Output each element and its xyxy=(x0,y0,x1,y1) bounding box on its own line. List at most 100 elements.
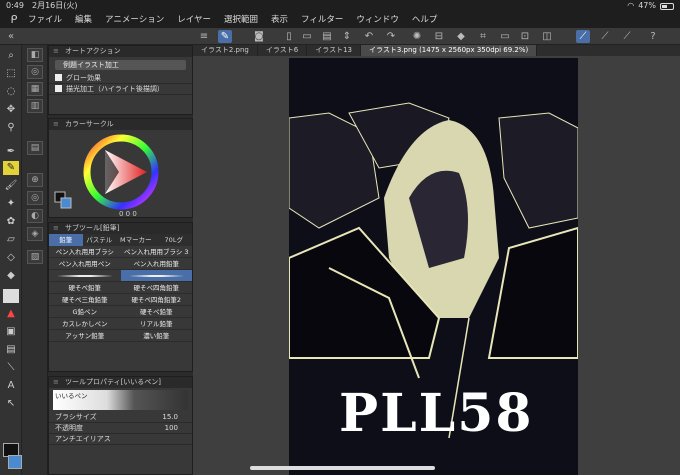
frame-icon[interactable]: ▣ xyxy=(3,325,19,339)
brush-size-row[interactable]: ブラシサイズ 15.0 xyxy=(49,412,192,423)
tab-doc-3[interactable]: イラスト13 xyxy=(307,45,361,56)
pen-tool-icon[interactable]: ✒ xyxy=(3,145,19,159)
menu-filter[interactable]: フィルター xyxy=(301,12,343,28)
menu-bar: ᑭ ファイル 編集 アニメーション レイヤー 選択範囲 表示 フィルター ウィン… xyxy=(0,12,680,28)
menu-view[interactable]: 表示 xyxy=(271,12,288,28)
brush-item[interactable]: G鉛ペン xyxy=(49,306,121,318)
tab-doc-active[interactable]: イラスト3.png (1475 x 2560px 350dpi 69.2%) xyxy=(360,45,538,56)
tab-doc-2[interactable]: イラスト6 xyxy=(258,45,308,56)
menu-help[interactable]: ヘルプ xyxy=(412,12,438,28)
move-icon[interactable]: ✥ xyxy=(3,103,19,117)
panel-icon-6[interactable]: ⊕ xyxy=(27,173,43,187)
text-icon[interactable]: A xyxy=(3,379,19,393)
brush-item-selected[interactable] xyxy=(120,270,192,282)
app-logo-icon[interactable]: ᑭ xyxy=(0,12,28,28)
tool-property-title: ツールプロパティ[いいるペン] xyxy=(49,377,192,388)
transform-icon[interactable]: ⌗ xyxy=(476,30,490,43)
illustration-canvas[interactable]: PLL58 xyxy=(289,58,578,475)
sub-color-swatch[interactable] xyxy=(8,455,22,469)
brush-preview: いいるペン xyxy=(53,390,188,410)
gradient-icon[interactable] xyxy=(3,289,19,303)
panel-icon-9[interactable]: ◈ xyxy=(27,227,43,241)
decoration-icon[interactable]: ✿ xyxy=(3,215,19,229)
check-icon[interactable] xyxy=(55,85,62,92)
panel-icon-4[interactable]: ▥ xyxy=(27,99,43,113)
menu-file[interactable]: ファイル xyxy=(28,12,62,28)
brush-item[interactable]: カスレかしペン xyxy=(49,318,121,330)
crop-icon[interactable]: ⊡ xyxy=(518,30,532,43)
menu-layer[interactable]: レイヤー xyxy=(177,12,211,28)
panel-icon-10[interactable]: ▧ xyxy=(27,250,43,264)
fill-icon[interactable]: ◆ xyxy=(454,30,468,43)
clear-icon[interactable]: ⊟ xyxy=(432,30,446,43)
brush-item[interactable]: ペン入れ用用ブラシ 3 xyxy=(120,246,192,258)
auto-action-item[interactable]: グロー効果 xyxy=(49,73,192,84)
color-wheel[interactable]: 0 0 0 xyxy=(49,130,194,218)
line-icon[interactable]: ⟍ xyxy=(3,361,19,375)
panel-icon-8[interactable]: ◐ xyxy=(27,209,43,223)
brush-item[interactable]: 硬そペ鉛筆 xyxy=(120,306,192,318)
panel-icon-2[interactable]: ◎ xyxy=(27,65,43,79)
tab-pastel[interactable]: パステル xyxy=(83,234,117,246)
check-icon[interactable] xyxy=(55,74,62,81)
tab-doc-1[interactable]: イラスト2.png xyxy=(193,45,258,56)
anti-alias-row[interactable]: アンチエイリアス xyxy=(49,434,192,445)
stabilizer-1-icon[interactable]: ⟋ xyxy=(576,30,590,43)
zoom-icon[interactable]: ⌕ xyxy=(3,49,19,63)
save-icon[interactable]: ▤ xyxy=(320,30,334,43)
home-indicator[interactable] xyxy=(250,466,435,470)
stepper-icon[interactable]: ⇕ xyxy=(340,30,354,43)
menu-window[interactable]: ウィンドウ xyxy=(356,12,399,28)
stabilizer-2-icon[interactable]: ⟋ xyxy=(598,30,612,43)
pen-mode-icon[interactable]: ✎ xyxy=(218,30,232,43)
airbrush-icon[interactable]: ✦ xyxy=(3,197,19,211)
opacity-row[interactable]: 不透明度 100 xyxy=(49,423,192,434)
brush-item[interactable]: 硬そぺ三角鉛筆 xyxy=(49,294,121,306)
auto-action-item[interactable]: 描光加工（ハイライト後描調） xyxy=(49,84,192,95)
menu-selection[interactable]: 選択範囲 xyxy=(224,12,258,28)
blend-icon[interactable]: ◇ xyxy=(3,251,19,265)
undo-icon[interactable]: ↶ xyxy=(362,30,376,43)
brush-tool-icon[interactable]: 🖌 xyxy=(3,179,19,193)
select-rect-icon[interactable]: ⬚ xyxy=(3,67,19,81)
brush-item[interactable]: 硬そぺ鉛筆 xyxy=(49,282,121,294)
menu-edit[interactable]: 編集 xyxy=(75,12,92,28)
stabilizer-3-icon[interactable]: ⟋ xyxy=(620,30,634,43)
ruler-icon[interactable]: ▤ xyxy=(3,343,19,357)
brush-item[interactable]: 濃い鉛筆 xyxy=(120,330,192,342)
menu-animation[interactable]: アニメーション xyxy=(105,12,164,28)
tab-more[interactable]: 70Lグ xyxy=(156,234,192,246)
brush-item[interactable]: ペン入れ用用ペン xyxy=(49,258,121,270)
panel-icon-1[interactable]: ◧ xyxy=(27,48,43,62)
panel-icon-5[interactable]: ▤ xyxy=(27,141,43,155)
help-icon[interactable]: ? xyxy=(646,30,660,43)
brush-item[interactable] xyxy=(49,270,121,282)
brush-item[interactable]: リアル鉛筆 xyxy=(120,318,192,330)
correct-line-icon[interactable]: ↖ xyxy=(3,397,19,411)
brush-item[interactable]: 硬そぺ四角鉛筆2 xyxy=(120,294,192,306)
brush-item[interactable]: ペン入れ用鉛筆 xyxy=(120,258,192,270)
collapse-icon[interactable]: « xyxy=(4,30,18,43)
brush-item[interactable]: ペン入れ用用ブラシ xyxy=(49,246,121,258)
fill-tool-icon[interactable]: ◆ xyxy=(3,269,19,283)
panel-icon-7[interactable]: ◎ xyxy=(27,191,43,205)
lasso-icon[interactable]: ◌ xyxy=(3,85,19,99)
panel-icon-3[interactable]: ▦ xyxy=(27,82,43,96)
redo-icon[interactable]: ↷ xyxy=(384,30,398,43)
eraser-icon[interactable]: ▱ xyxy=(3,233,19,247)
hamburger-icon[interactable]: ≡ xyxy=(197,30,211,43)
brush-item[interactable]: アッサン鉛筆 xyxy=(49,330,121,342)
invert-icon[interactable]: ◫ xyxy=(540,30,554,43)
open-folder-icon[interactable]: ▭ xyxy=(300,30,314,43)
brush-item[interactable]: 硬そペ四角鉛筆 xyxy=(120,282,192,294)
deselect-icon[interactable]: ▭ xyxy=(498,30,512,43)
camera-icon[interactable]: ◙ xyxy=(252,30,266,43)
auto-action-set-select[interactable]: 例題イラスト加工 xyxy=(55,60,186,70)
tab-pencil[interactable]: 鉛筆 xyxy=(49,234,83,246)
eyedropper-icon[interactable]: ⚲ xyxy=(3,121,19,135)
new-file-icon[interactable]: ▯ xyxy=(282,30,296,43)
tab-marker[interactable]: Mマーカー xyxy=(116,234,155,246)
loading-icon[interactable]: ✺ xyxy=(410,30,424,43)
shape-icon[interactable]: ▲ xyxy=(3,307,19,321)
pencil-tool-icon[interactable]: ✎ xyxy=(3,161,19,175)
